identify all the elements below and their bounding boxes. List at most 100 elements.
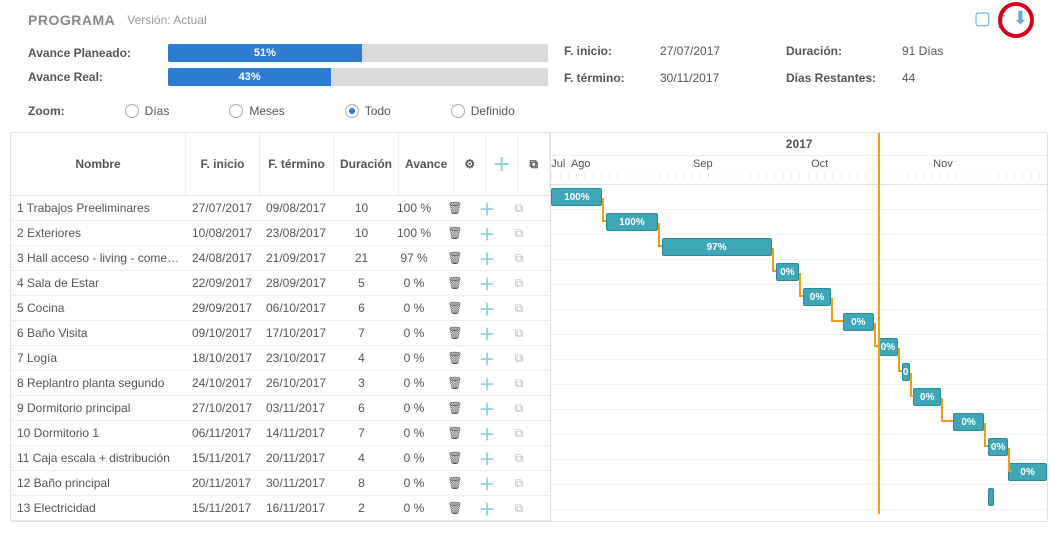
row-delete-button[interactable] (439, 476, 471, 490)
table-row[interactable]: 1 Trabajos Preeliminares27/07/201709/08/… (11, 196, 550, 221)
row-delete-button[interactable] (439, 351, 471, 365)
table-row[interactable]: 5 Cocina29/09/201706/10/201760 % (11, 296, 550, 321)
gantt-bar[interactable]: 0% (803, 288, 831, 306)
header-icon-1[interactable]: ▢ (974, 8, 991, 29)
gantt-bar[interactable]: 100% (606, 213, 657, 231)
row-copy-button[interactable] (503, 201, 535, 216)
row-delete-button[interactable] (439, 501, 471, 515)
copy-icon (515, 401, 524, 415)
cell-duration: 3 (334, 376, 389, 390)
cell-name: 7 Logía (11, 351, 186, 365)
zoom-option-meses[interactable]: Meses (229, 104, 284, 118)
row-add-button[interactable] (471, 446, 503, 470)
table-row[interactable]: 10 Dormitorio 106/11/201714/11/201770 % (11, 421, 550, 446)
cell-start: 22/09/2017 (186, 276, 260, 290)
row-copy-button[interactable] (503, 351, 535, 366)
gantt-bar[interactable]: 0 (902, 363, 910, 381)
cell-name: 10 Dormitorio 1 (11, 426, 186, 440)
task-connector (772, 248, 776, 272)
row-copy-button[interactable] (503, 401, 535, 416)
plus-icon (493, 151, 511, 177)
table-row[interactable]: 9 Dormitorio principal27/10/201703/11/20… (11, 396, 550, 421)
cell-duration: 4 (334, 351, 389, 365)
col-add-icon[interactable] (486, 133, 518, 195)
row-delete-button[interactable] (439, 326, 471, 340)
row-add-button[interactable] (471, 246, 503, 270)
radio-dot (229, 104, 243, 118)
table-row[interactable]: 7 Logía18/10/201723/10/201740 % (11, 346, 550, 371)
row-delete-button[interactable] (439, 401, 471, 415)
table-header: Nombre F. inicio F. término Duración Ava… (11, 133, 550, 196)
gantt-bar[interactable]: 0% (953, 413, 984, 431)
gantt-row: 0 (551, 360, 1047, 385)
row-copy-button[interactable] (503, 251, 535, 266)
table-row[interactable]: 3 Hall acceso - living - comedor24/08/20… (11, 246, 550, 271)
row-delete-button[interactable] (439, 376, 471, 390)
row-delete-button[interactable] (439, 251, 471, 265)
row-add-button[interactable] (471, 396, 503, 420)
row-copy-button[interactable] (503, 326, 535, 341)
row-add-button[interactable] (471, 346, 503, 370)
cell-start: 24/08/2017 (186, 251, 260, 265)
row-copy-button[interactable] (503, 226, 535, 241)
program-header: PROGRAMA Versión: Actual ▢ ƒ ⬇ (0, 0, 1058, 34)
row-delete-button[interactable] (439, 201, 471, 215)
cell-duration: 6 (334, 301, 389, 315)
gantt-bar[interactable]: 100% (551, 188, 602, 206)
row-delete-button[interactable] (439, 276, 471, 290)
gantt-bar[interactable]: 0% (843, 313, 874, 331)
gantt-bar[interactable]: 97% (662, 238, 772, 256)
table-row[interactable]: 2 Exteriores10/08/201723/08/201710100 % (11, 221, 550, 246)
gantt-bar[interactable]: 0% (878, 338, 898, 356)
row-delete-button[interactable] (439, 301, 471, 315)
row-copy-button[interactable] (503, 476, 535, 491)
row-copy-button[interactable] (503, 301, 535, 316)
table-row[interactable]: 4 Sala de Estar22/09/201728/09/201750 % (11, 271, 550, 296)
header-branch-icon[interactable]: ƒ (997, 8, 1007, 29)
cell-duration: 6 (334, 401, 389, 415)
row-copy-button[interactable] (503, 376, 535, 391)
month-label: Oct (811, 158, 828, 170)
row-copy-button[interactable] (503, 276, 535, 291)
table-row[interactable]: 12 Baño principal20/11/201730/11/201780 … (11, 471, 550, 496)
row-copy-button[interactable] (503, 501, 535, 516)
table-row[interactable]: 6 Baño Visita09/10/201717/10/201770 % (11, 321, 550, 346)
gantt-bar[interactable]: 0% (988, 438, 1008, 456)
table-row[interactable]: 8 Replantro planta segundo24/10/201726/1… (11, 371, 550, 396)
zoom-option-definido[interactable]: Definido (451, 104, 515, 118)
col-settings-icon[interactable] (454, 133, 486, 195)
table-row[interactable]: 11 Caja escala + distribución15/11/20172… (11, 446, 550, 471)
row-add-button[interactable] (471, 271, 503, 295)
gantt-bar[interactable]: 0% (913, 388, 941, 406)
row-add-button[interactable] (471, 496, 503, 520)
zoom-option-días[interactable]: Días (125, 104, 170, 118)
copy-icon (515, 501, 524, 515)
row-delete-button[interactable] (439, 451, 471, 465)
row-copy-button[interactable] (503, 426, 535, 441)
row-add-button[interactable] (471, 296, 503, 320)
radio-dot (451, 104, 465, 118)
row-copy-button[interactable] (503, 451, 535, 466)
cell-start: 09/10/2017 (186, 326, 260, 340)
row-add-button[interactable] (471, 196, 503, 220)
cell-name: 13 Electricidad (11, 501, 186, 515)
zoom-option-todo[interactable]: Todo (345, 104, 391, 118)
cell-name: 6 Baño Visita (11, 326, 186, 340)
row-add-button[interactable] (471, 321, 503, 345)
row-delete-button[interactable] (439, 226, 471, 240)
table-row[interactable]: 13 Electricidad15/11/201716/11/201720 % (11, 496, 550, 521)
copy-icon (515, 251, 524, 265)
gantt-bar[interactable]: 0% (1008, 463, 1047, 481)
gantt-row: 0% (551, 310, 1047, 335)
col-copy-icon[interactable] (518, 133, 550, 195)
row-add-button[interactable] (471, 371, 503, 395)
gantt-bar[interactable] (988, 488, 994, 506)
header-download-icon[interactable]: ⬇ (1013, 8, 1028, 29)
gantt-row: 100% (551, 210, 1047, 235)
gantt-bar[interactable]: 0% (776, 263, 800, 281)
row-delete-button[interactable] (439, 426, 471, 440)
task-connector (602, 198, 606, 222)
row-add-button[interactable] (471, 471, 503, 495)
row-add-button[interactable] (471, 221, 503, 245)
row-add-button[interactable] (471, 421, 503, 445)
